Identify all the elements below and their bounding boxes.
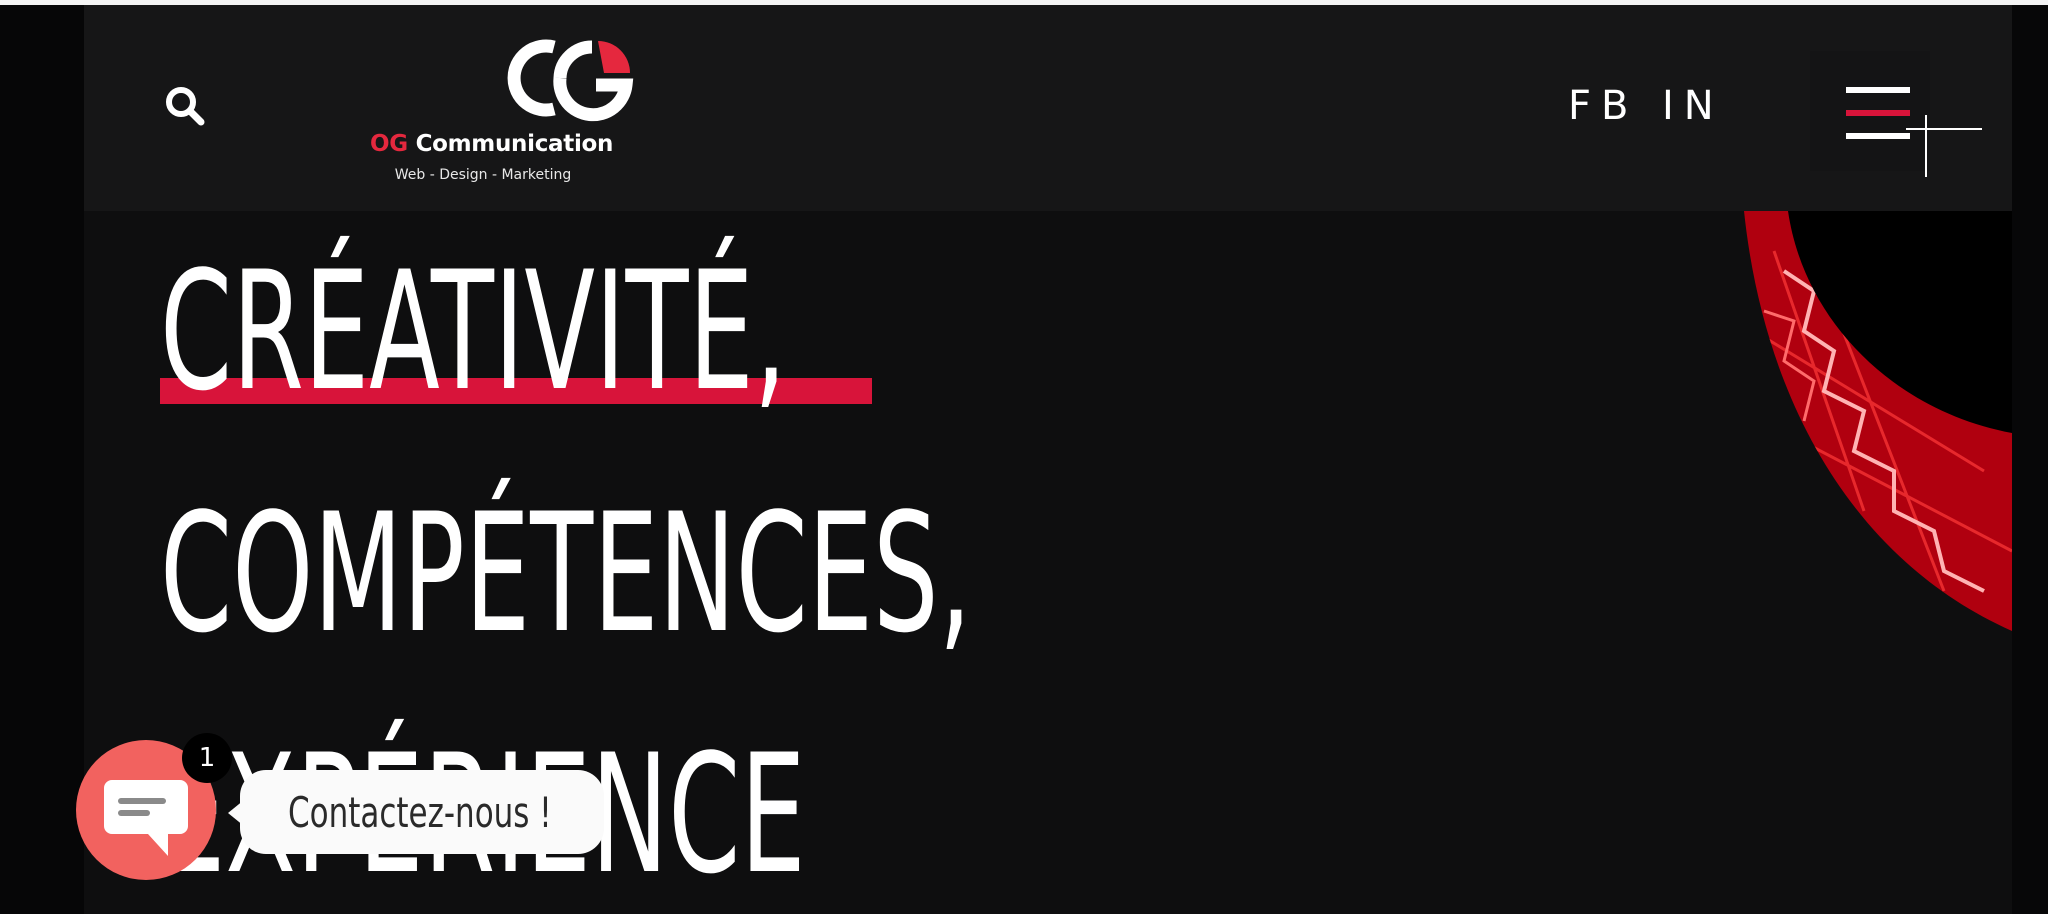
cursor-crosshair-icon [1906,115,1982,177]
notification-badge: 1 [182,733,232,783]
linkedin-link[interactable]: IN [1662,83,1724,129]
right-shade [2012,5,2048,914]
menu-bar-bottom [1846,133,1910,139]
site-logo[interactable]: OG Communication Web - Design - Marketin… [370,33,634,193]
hero-line-2: COMPÉTENCES, [160,478,972,669]
logo-name: Communication [415,131,614,157]
chat-tooltip-label[interactable]: Contactez-nous ! [288,788,552,837]
site-header: OG Communication Web - Design - Marketin… [84,5,2012,211]
left-shade [0,5,84,914]
og-logo-mark [507,39,634,122]
logo-tagline: Web - Design - Marketing [394,167,572,183]
hero-line-1: CRÉATIVITÉ, [160,236,787,427]
hero-red-arc-image [1744,211,2012,631]
chat-icon [104,780,188,856]
search-icon [166,87,205,126]
search-button[interactable] [162,83,210,131]
menu-bar-middle [1846,110,1910,116]
facebook-link[interactable]: FB [1568,83,1638,129]
logo-wordmark: OG Communication [370,131,613,157]
menu-bar-top [1846,87,1910,93]
logo-prefix: OG [370,131,408,157]
